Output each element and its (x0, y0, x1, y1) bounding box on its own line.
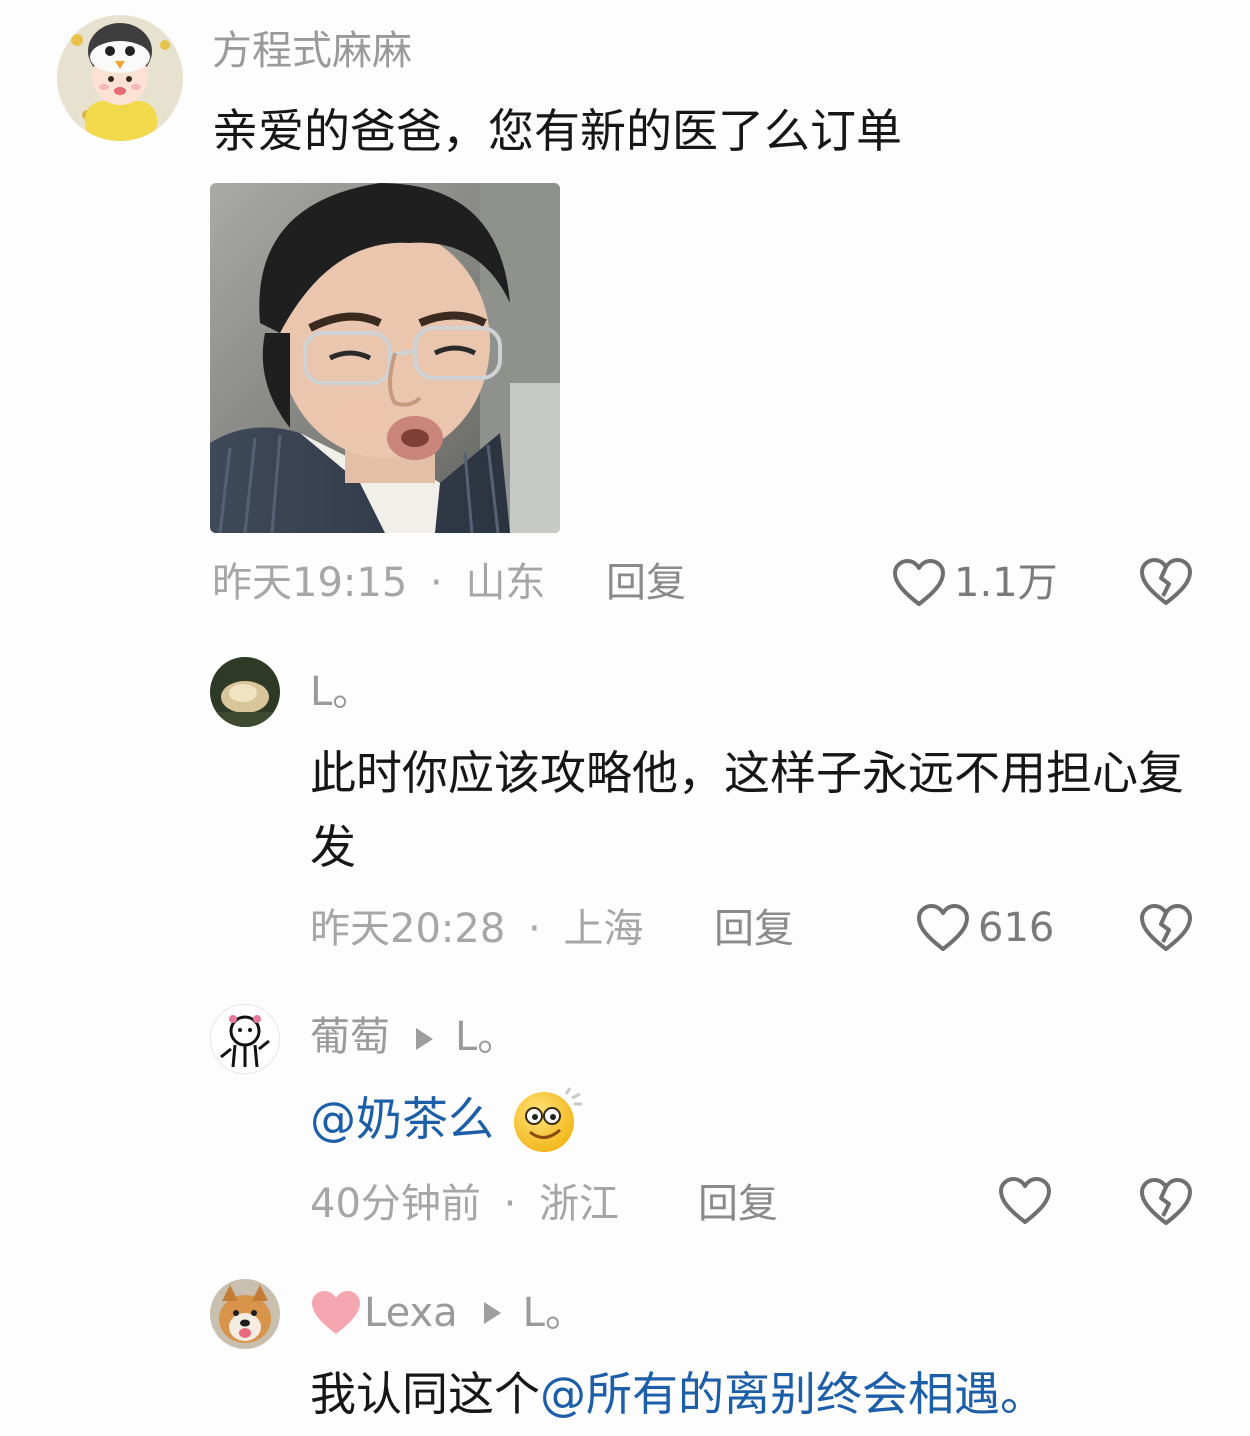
mention-link[interactable]: @所有的离别终会相遇。 (540, 1367, 1046, 1421)
like-button[interactable]: 616 (916, 903, 1054, 953)
broken-heart-icon (1140, 904, 1192, 951)
comment-body: 我认同这个 (310, 1367, 540, 1421)
comment-time: 昨天20:28 (310, 906, 506, 952)
like-button[interactable] (998, 1176, 1060, 1226)
comment-meta: 昨天20:28 · 上海 (310, 905, 643, 953)
smiley-emoji-icon (514, 1087, 582, 1152)
comment-text: 我认同这个@所有的离别终会相遇。 (310, 1357, 1046, 1431)
reply-button[interactable]: 回复 (698, 1180, 778, 1228)
username[interactable]: 方程式麻麻 (212, 27, 412, 75)
broken-heart-icon (1140, 558, 1192, 605)
dislike-button[interactable] (1138, 902, 1194, 958)
comment-text: 亲爱的爸爸，您有新的医了么订单 (212, 104, 902, 158)
dislike-button[interactable] (1138, 1176, 1194, 1232)
meme-image[interactable] (210, 183, 560, 533)
dislike-button[interactable] (1138, 556, 1194, 612)
username[interactable]: Lexa (364, 1289, 458, 1337)
username[interactable]: 葡萄 (310, 1014, 390, 1060)
avatar[interactable] (57, 15, 183, 141)
comment-location: 上海 (563, 906, 644, 952)
comment-time: 昨天19:15 (212, 560, 408, 606)
reply-header: Lexa L。 (310, 1289, 585, 1337)
comment-meta: 40分钟前 · 浙江 (310, 1180, 619, 1228)
reply-button[interactable]: 回复 (606, 559, 686, 607)
username[interactable]: L。 (310, 668, 372, 716)
comment-text: 此时你应该攻略他，这样子永远不用担心复发 (310, 746, 1184, 874)
reply-to-username[interactable]: L。 (523, 1289, 585, 1337)
heart-outline-icon (999, 1177, 1051, 1224)
play-arrow-icon (483, 1302, 501, 1324)
comment-meta: 昨天19:15 · 山东 (212, 559, 545, 607)
like-count: 1.1万 (954, 560, 1058, 606)
separator: · (503, 1181, 517, 1227)
mention-link[interactable]: @奶茶么 (310, 1082, 494, 1156)
reply-header: 葡萄 L。 (310, 1013, 517, 1061)
heart-outline-icon (917, 904, 969, 951)
like-count: 616 (978, 905, 1055, 951)
heart-badge-icon (312, 1291, 360, 1334)
like-button[interactable]: 1.1万 (892, 558, 1058, 608)
comment-time: 40分钟前 (310, 1181, 481, 1227)
broken-heart-icon (1140, 1178, 1192, 1225)
comment-text: @奶茶么 (310, 1082, 584, 1156)
play-arrow-icon (416, 1028, 433, 1050)
comment-location: 山东 (465, 560, 546, 606)
avatar[interactable] (210, 657, 280, 727)
comment-location: 浙江 (539, 1181, 620, 1227)
separator: · (528, 906, 541, 952)
avatar[interactable] (210, 1279, 280, 1349)
reply-to-username[interactable]: L。 (455, 1014, 517, 1060)
avatar[interactable] (210, 1004, 280, 1074)
heart-outline-icon (893, 559, 945, 606)
reply-button[interactable]: 回复 (714, 905, 794, 953)
separator: · (430, 560, 443, 606)
